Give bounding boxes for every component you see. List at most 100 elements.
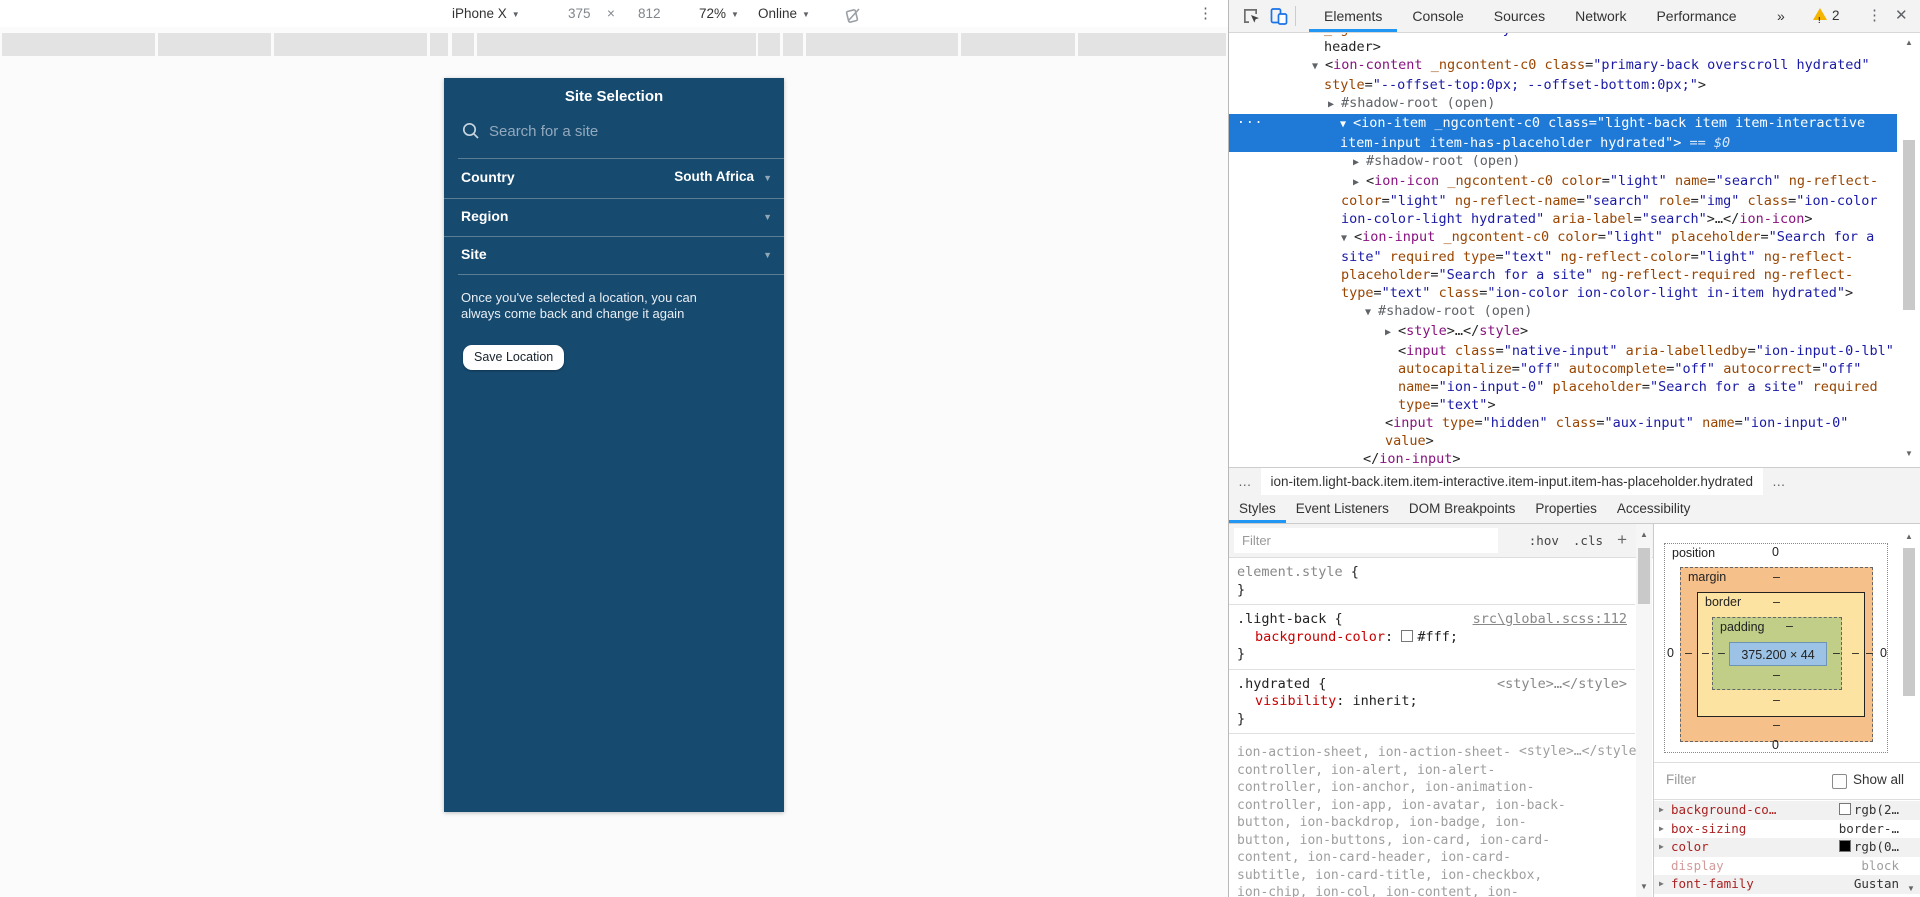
- tab-properties[interactable]: Properties: [1525, 495, 1607, 523]
- expand-arrow-icon[interactable]: ▼: [1365, 304, 1378, 322]
- device-height-field[interactable]: 812: [638, 0, 661, 27]
- dom-tree-line[interactable]: site" required type="text" ng-reflect-co…: [1229, 248, 1897, 266]
- margin-top-value[interactable]: –: [1773, 570, 1780, 584]
- dom-tree-line[interactable]: type="text">: [1229, 396, 1897, 414]
- media-query-segment[interactable]: [477, 33, 756, 56]
- computed-property-row[interactable]: ▶ font-family Gustan: [1654, 875, 1920, 894]
- media-query-segment[interactable]: [1078, 33, 1226, 56]
- tab-network[interactable]: Network: [1560, 0, 1641, 32]
- tab-event-listeners[interactable]: Event Listeners: [1286, 495, 1399, 523]
- scroll-up-icon[interactable]: ▲: [1905, 38, 1913, 47]
- scroll-down-icon[interactable]: ▼: [1905, 449, 1913, 458]
- tab-styles[interactable]: Styles: [1229, 495, 1286, 523]
- styles-filter-input[interactable]: Filter: [1234, 528, 1498, 553]
- padding-left-value[interactable]: –: [1718, 646, 1725, 660]
- styles-scrollbar[interactable]: ▲ ▼: [1636, 524, 1652, 897]
- expand-arrow-icon[interactable]: ▶: [1328, 96, 1341, 114]
- border-left-value[interactable]: –: [1702, 646, 1709, 660]
- expand-arrow-icon[interactable]: ▼: [1341, 230, 1354, 248]
- device-select[interactable]: iPhone X ▼: [452, 0, 520, 27]
- style-rule[interactable]: element.style {}: [1229, 558, 1635, 605]
- network-throttle-select[interactable]: Online ▼: [758, 0, 810, 27]
- scroll-up-icon[interactable]: ▲: [1905, 532, 1913, 541]
- new-style-rule-button[interactable]: +: [1617, 524, 1627, 558]
- expand-arrow-icon[interactable]: ▼: [1312, 58, 1325, 76]
- dom-tree-line[interactable]: ▶ <ion-icon _ngcontent-c0 color="light" n…: [1229, 172, 1897, 192]
- dom-tree-line[interactable]: <input class="native-input" aria-labelle…: [1229, 342, 1897, 360]
- tab-sources[interactable]: Sources: [1479, 0, 1560, 32]
- color-swatch[interactable]: [1401, 629, 1414, 642]
- computed-property-row[interactable]: ▶ color rgb(0…: [1654, 838, 1920, 857]
- site-search-input[interactable]: Search for a site: [461, 118, 598, 144]
- computed-property-row[interactable]: display block: [1654, 857, 1920, 876]
- dom-tree-line[interactable]: ▼ #shadow-root (open): [1229, 302, 1897, 322]
- padding-top-value[interactable]: –: [1786, 619, 1793, 633]
- show-all-checkbox[interactable]: [1832, 774, 1847, 789]
- style-rule[interactable]: .light-back {src\global.scss:112 backgrou…: [1229, 605, 1635, 670]
- border-bottom-value[interactable]: –: [1773, 693, 1780, 707]
- media-query-segment[interactable]: [430, 33, 448, 56]
- expand-arrow-icon[interactable]: ▶: [1659, 801, 1664, 820]
- dom-tree-line[interactable]: <input type="hidden" class="aux-input" n…: [1229, 414, 1897, 432]
- dom-tree-line[interactable]: ▼ <ion-content _ngcontent-c0 class="prima…: [1229, 56, 1897, 76]
- computed-property-row[interactable]: ▶ background-co… rgb(2…: [1654, 801, 1920, 820]
- dom-tree-line[interactable]: </ion-input>: [1229, 450, 1897, 467]
- dom-tree-line[interactable]: ▶ #shadow-root (open): [1229, 152, 1897, 172]
- device-width-field[interactable]: 375: [568, 0, 591, 27]
- toggle-class-button[interactable]: .cls: [1573, 533, 1603, 548]
- padding-bottom-value[interactable]: –: [1773, 668, 1780, 682]
- close-icon[interactable]: ✕: [1895, 0, 1908, 32]
- more-tabs-button[interactable]: »: [1777, 0, 1785, 32]
- dom-tree-line[interactable]: color="light" ng-reflect-name="search" r…: [1229, 192, 1897, 210]
- breadcrumb-overflow-right[interactable]: …: [1763, 474, 1795, 489]
- tab-accessibility[interactable]: Accessibility: [1607, 495, 1701, 523]
- breadcrumb-overflow-left[interactable]: …: [1229, 474, 1261, 489]
- margin-right-value[interactable]: –: [1866, 646, 1873, 660]
- console-warnings-badge[interactable]: 2: [1813, 0, 1840, 32]
- toggle-device-toolbar-icon[interactable]: [1269, 6, 1289, 31]
- dom-tree-line[interactable]: value>: [1229, 432, 1897, 450]
- position-top-value[interactable]: 0: [1772, 545, 1779, 559]
- computed-property-row[interactable]: ▶ box-sizing border-…: [1654, 820, 1920, 839]
- tab-elements[interactable]: Elements: [1309, 0, 1398, 32]
- dom-tree-line[interactable]: ▶ <style>…</style>: [1229, 322, 1897, 342]
- dom-tree-line[interactable]: ▶ #shadow-root (open): [1229, 94, 1897, 114]
- media-query-segment[interactable]: [2, 33, 155, 56]
- rule-source-link[interactable]: src\global.scss:112: [1473, 611, 1627, 629]
- dom-tree-line[interactable]: ▼ <ion-input _ngcontent-c0 color="light" …: [1229, 228, 1897, 248]
- tab-dom-breakpoints[interactable]: DOM Breakpoints: [1399, 495, 1526, 523]
- dom-tree-line[interactable]: style="--offset-top:0px; --offset-bottom…: [1229, 76, 1897, 94]
- css-property[interactable]: visibility: inherit;: [1237, 693, 1627, 711]
- scroll-up-icon[interactable]: ▲: [1640, 530, 1648, 539]
- scrollbar-thumb[interactable]: [1903, 140, 1915, 310]
- dom-tree-line[interactable]: placeholder="Search for a site" ng-refle…: [1229, 266, 1897, 284]
- dom-tree-line[interactable]: ▼ <ion-item _ngcontent-c0 class="light-ba…: [1229, 112, 1897, 134]
- toggle-hover-state-button[interactable]: :hov: [1529, 533, 1559, 548]
- expand-arrow-icon[interactable]: ▶: [1353, 174, 1366, 192]
- app-row-site[interactable]: Site ▼: [444, 236, 784, 274]
- position-right-value[interactable]: 0: [1880, 646, 1887, 660]
- media-query-segment[interactable]: [274, 33, 427, 56]
- app-row-region[interactable]: Region ▼: [444, 198, 784, 237]
- breadcrumb-selected-node[interactable]: ion-item.light-back.item.item-interactiv…: [1260, 468, 1763, 495]
- padding-right-value[interactable]: –: [1833, 646, 1840, 660]
- margin-bottom-value[interactable]: –: [1773, 718, 1780, 732]
- margin-left-value[interactable]: –: [1685, 646, 1692, 660]
- dom-tree-line[interactable]: header>: [1229, 38, 1897, 56]
- dom-tree-line[interactable]: type="text" class="ion-color ion-color-l…: [1229, 284, 1897, 302]
- scroll-down-icon[interactable]: ▼: [1907, 884, 1915, 893]
- device-toolbar-menu-icon[interactable]: ⋮: [1198, 0, 1213, 27]
- zoom-select[interactable]: 72% ▼: [699, 0, 739, 27]
- expand-arrow-icon[interactable]: ▶: [1659, 838, 1664, 857]
- media-query-segment[interactable]: [806, 33, 958, 56]
- save-location-button[interactable]: Save Location: [463, 345, 565, 370]
- tab-console[interactable]: Console: [1397, 0, 1478, 32]
- scrollbar-thumb[interactable]: [1638, 548, 1650, 604]
- border-top-value[interactable]: –: [1773, 595, 1780, 609]
- expand-arrow-icon[interactable]: ▶: [1353, 154, 1366, 172]
- dom-tree-line[interactable]: item-input item-has-placeholder hydrated…: [1229, 134, 1897, 152]
- box-model-content[interactable]: 375.200 × 44: [1729, 642, 1827, 666]
- app-row-country[interactable]: Country South Africa ▼: [444, 158, 784, 199]
- expand-arrow-icon[interactable]: ▶: [1659, 820, 1664, 839]
- expand-arrow-icon[interactable]: ▶: [1659, 875, 1664, 894]
